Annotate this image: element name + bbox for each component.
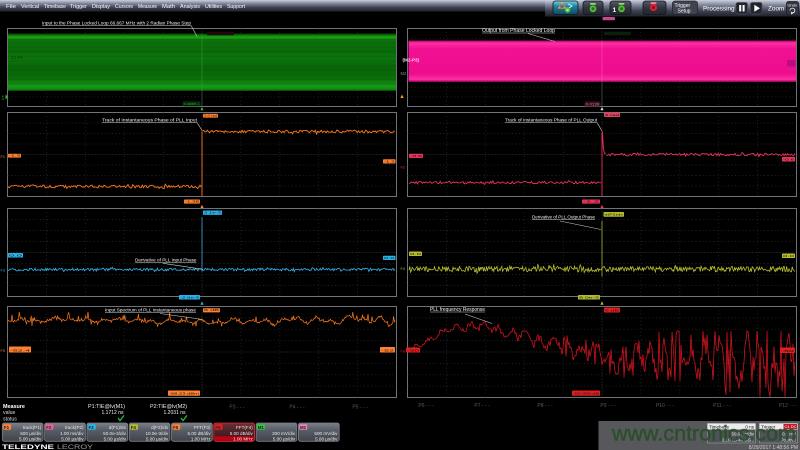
svg-text:P3 - - -: P3 - - -	[229, 405, 245, 411]
svg-text:-52: -52	[381, 348, 395, 352]
svg-text:F3: F3	[1, 269, 5, 273]
svg-text:-0.6: -0.6	[783, 157, 795, 161]
svg-text:-1.2: -1.2	[583, 199, 600, 203]
svg-text:Math: Math	[162, 4, 175, 10]
svg-text:F4: F4	[131, 425, 137, 430]
svg-text:d(F2)dx: d(F2)dx	[605, 213, 624, 217]
svg-text:-50.000 dB: -50.000 dB	[573, 392, 599, 396]
svg-text:Zoom: Zoom	[768, 6, 784, 13]
svg-text:P10 - - -: P10 - - -	[656, 403, 674, 409]
svg-text:P8 - - -: P8 - - -	[537, 403, 553, 409]
svg-text:-68.23 dBm: -68.23 dBm	[169, 392, 200, 396]
svg-text:P7 - - -: P7 - - -	[474, 403, 490, 409]
svg-text:track(P2): track(P2)	[65, 425, 84, 430]
svg-text:F6: F6	[215, 425, 221, 430]
svg-text:Timebase: Timebase	[44, 4, 67, 10]
svg-text:F3: F3	[89, 425, 95, 430]
svg-text:0.0: 0.0	[783, 254, 795, 258]
svg-text:-50: -50	[781, 349, 795, 353]
svg-text:M2: M2	[401, 71, 407, 76]
svg-text:F4: F4	[401, 267, 405, 271]
svg-text:0.0: 0.0	[410, 252, 422, 256]
svg-text:P9 - - -: P9 - - -	[600, 403, 616, 409]
svg-text:-1.3: -1.3	[384, 159, 395, 163]
svg-text:5.00 µs/div: 5.00 µs/div	[19, 436, 42, 441]
svg-text:P11 - - -: P11 - - -	[713, 403, 731, 409]
svg-text:P12 - - -: P12 - - -	[779, 403, 797, 409]
svg-text:-52.4: -52.4	[10, 348, 31, 352]
svg-text:F1: F1	[4, 425, 10, 430]
svg-text:P1:TIE@lv(M1): P1:TIE@lv(M1)	[88, 404, 125, 410]
svg-text:P4 - - -: P4 - - -	[289, 405, 305, 411]
svg-text:P5 - - -: P5 - - -	[352, 405, 368, 411]
svg-text:Utilities: Utilities	[205, 4, 222, 10]
svg-text:P2:TIE@lv(M2): P2:TIE@lv(M2)	[150, 404, 187, 410]
svg-text:0.0: 0.0	[384, 256, 395, 260]
svg-text:8/29/2017 1:48:56 PM: 8/29/2017 1:48:56 PM	[749, 445, 798, 450]
svg-text:F5: F5	[1, 349, 5, 353]
svg-text:M2: M2	[300, 425, 307, 430]
svg-text:M1: M1	[258, 425, 265, 430]
svg-text:-0.6: -0.6	[410, 154, 423, 158]
svg-text:-50: -50	[407, 348, 420, 352]
svg-text:Processing: Processing	[703, 6, 735, 13]
svg-text:1.1712 ns: 1.1712 ns	[102, 410, 124, 416]
svg-text:FFT(F4): FFT(F4)	[236, 425, 253, 430]
svg-text:1: 1	[613, 7, 617, 14]
svg-text:C1-P1: C1-P1	[11, 55, 24, 60]
svg-text:File: File	[6, 4, 17, 10]
svg-text:1.2031 ns: 1.2031 ns	[164, 410, 186, 416]
svg-text:Setup: Setup	[678, 8, 691, 14]
svg-text:Vertical: Vertical	[21, 4, 39, 10]
svg-text:Display: Display	[92, 4, 110, 10]
svg-text:Measure: Measure	[138, 4, 158, 10]
svg-text:Undo: Undo	[788, 3, 798, 8]
svg-text:0.0139: 0.0139	[586, 102, 599, 106]
svg-text:F1: F1	[1, 155, 5, 159]
svg-text:2 rad: 2 rad	[605, 113, 620, 117]
svg-text:F2: F2	[401, 166, 405, 170]
svg-text:Analysis: Analysis	[180, 4, 200, 10]
svg-text:P6 - - -: P6 - - -	[418, 403, 434, 409]
svg-text:FFT(F3): FFT(F3)	[194, 425, 211, 430]
svg-text:Cursors: Cursors	[115, 4, 133, 10]
svg-text:1: 1	[2, 96, 5, 102]
svg-text:TELEDYNE: TELEDYNE	[2, 444, 55, 450]
svg-text:(M2-P3): (M2-P3)	[403, 58, 420, 63]
svg-text:d(F2)/dx: d(F2)/dx	[151, 425, 169, 430]
svg-text:5.00 µs/div: 5.00 µs/div	[61, 436, 84, 441]
svg-text:6 dB: 6 dB	[605, 308, 619, 312]
svg-text:5.00 µs/div: 5.00 µs/div	[315, 436, 338, 441]
svg-text:Measure: Measure	[3, 404, 25, 410]
svg-text:5.00 µs/div: 5.00 µs/div	[104, 436, 127, 441]
svg-text:d(F1)/dx: d(F1)/dx	[109, 425, 127, 430]
svg-text:track(P1): track(P1)	[23, 425, 42, 430]
svg-text:6 dB: 6 dB	[204, 308, 219, 312]
svg-text:5.00 µs/div: 5.00 µs/div	[273, 436, 296, 441]
svg-text:1.00 MHz: 1.00 MHz	[191, 436, 211, 441]
svg-text:1.00 MHz: 1.00 MHz	[233, 436, 253, 441]
svg-text:5.00 µs/div: 5.00 µs/div	[146, 436, 169, 441]
svg-text:0.0: 0.0	[9, 253, 23, 257]
svg-text:status: status	[3, 416, 17, 422]
svg-text:-1.3: -1.3	[9, 153, 21, 157]
svg-text:2.0 rad: 2.0 rad	[204, 113, 217, 117]
svg-text:Support: Support	[227, 4, 245, 10]
svg-text:0.00000 s: 0.00000 s	[184, 102, 200, 106]
svg-text:-2.0e-3: -2.0e-3	[180, 295, 200, 299]
svg-text:F2: F2	[46, 425, 52, 430]
svg-text:www.cntronics.com: www.cntronics.com	[611, 423, 796, 446]
svg-text:2.1e-3: 2.1e-3	[204, 211, 222, 215]
svg-text:8.0e-3: 8.0e-3	[579, 295, 600, 299]
svg-text:Trigger: Trigger	[70, 4, 87, 10]
svg-text:F6: F6	[401, 350, 405, 354]
svg-text:-1.38: -1.38	[185, 199, 200, 203]
svg-text:LECROY: LECROY	[57, 444, 94, 450]
svg-text:F5: F5	[173, 425, 179, 430]
svg-text:value: value	[3, 410, 16, 416]
